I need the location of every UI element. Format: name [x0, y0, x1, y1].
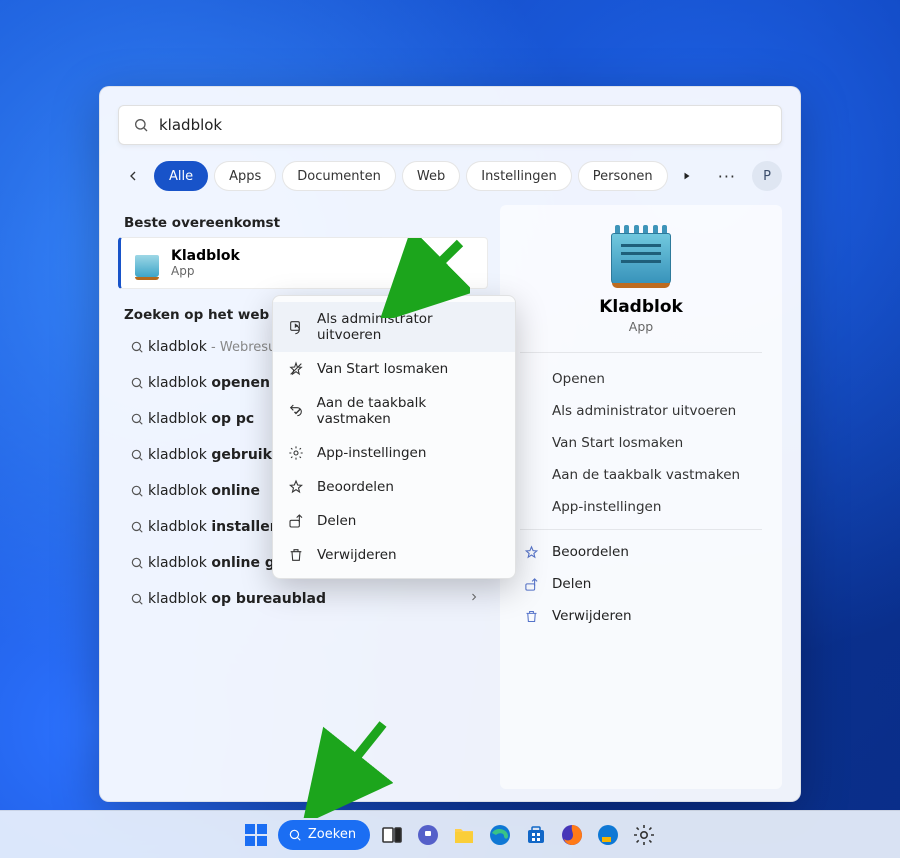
task-view-button[interactable] [378, 821, 406, 849]
search-box[interactable] [118, 105, 782, 145]
preview-action[interactable]: Aan de taakbalk vastmaken [520, 459, 762, 491]
preview-secondary-actions: Beoordelen Delen Verwijderen [520, 536, 762, 632]
store-icon [524, 823, 548, 847]
taskbar-search-label: Zoeken [308, 827, 356, 842]
user-avatar[interactable]: P [752, 161, 782, 191]
taskbar-search-button[interactable]: Zoeken [278, 820, 370, 850]
start-button[interactable] [242, 821, 270, 849]
filter-settings[interactable]: Instellingen [466, 161, 572, 191]
action-icon [522, 609, 540, 624]
preview-primary-actions: Openen Als administrator uitvoeren Van Sta… [520, 363, 762, 523]
section-best-match-title: Beste overeenkomst [124, 215, 488, 231]
gear-icon [632, 823, 656, 847]
firefox-button[interactable] [558, 821, 586, 849]
menu-item-icon [287, 319, 305, 335]
action-icon [522, 545, 540, 560]
chevron-right-icon [468, 591, 480, 607]
menu-item-label: Verwijderen [317, 547, 397, 563]
action-label: Delen [552, 576, 591, 592]
preview-action[interactable]: App-instellingen [520, 491, 762, 523]
search-icon [126, 376, 148, 390]
preview-action[interactable]: Delen [520, 568, 762, 600]
search-icon [126, 592, 148, 606]
menu-item-icon [287, 403, 305, 419]
file-explorer-button[interactable] [450, 821, 478, 849]
action-label: Openen [552, 371, 605, 387]
action-label: Als administrator uitvoeren [552, 403, 736, 419]
filter-bar: Alle Apps Documenten Web Instellingen Pe… [118, 161, 782, 191]
web-result[interactable]: kladblok op bureaublad [118, 581, 488, 617]
menu-item-label: Aan de taakbalk vastmaken [317, 395, 501, 427]
options-button[interactable]: ··· [712, 167, 742, 186]
search-icon [126, 340, 148, 354]
action-icon [522, 577, 540, 592]
preview-action[interactable]: Van Start losmaken [520, 427, 762, 459]
notepad-icon [133, 249, 161, 277]
search-icon [126, 556, 148, 570]
context-menu-item[interactable]: Aan de taakbalk vastmaken [273, 386, 515, 436]
search-icon [133, 117, 149, 133]
menu-item-label: App-instellingen [317, 445, 426, 461]
filter-web[interactable]: Web [402, 161, 460, 191]
annotation-arrow [380, 238, 470, 318]
action-label: Beoordelen [552, 544, 629, 560]
edge-canary-button[interactable] [594, 821, 622, 849]
action-label: Verwijderen [552, 608, 632, 624]
web-result-label: kladblok op bureaublad [148, 591, 468, 607]
filter-documents[interactable]: Documenten [282, 161, 396, 191]
edge-button[interactable] [486, 821, 514, 849]
filter-apps[interactable]: Apps [214, 161, 276, 191]
filter-people[interactable]: Personen [578, 161, 668, 191]
menu-item-icon [287, 513, 305, 529]
search-icon [126, 448, 148, 462]
preview-action[interactable]: Verwijderen [520, 600, 762, 632]
settings-button[interactable] [630, 821, 658, 849]
menu-item-icon [287, 445, 305, 461]
chat-icon [416, 823, 440, 847]
store-button[interactable] [522, 821, 550, 849]
best-match-subtitle: App [171, 264, 240, 278]
context-menu-item[interactable]: Delen [273, 504, 515, 538]
filter-all[interactable]: Alle [154, 161, 208, 191]
context-menu-item[interactable]: Verwijderen [273, 538, 515, 572]
menu-item-label: Delen [317, 513, 356, 529]
task-view-icon [380, 823, 404, 847]
search-icon [126, 520, 148, 534]
firefox-icon [560, 823, 584, 847]
menu-item-icon [287, 547, 305, 563]
search-icon [288, 828, 302, 842]
annotation-arrow [303, 718, 393, 818]
context-menu-item[interactable]: App-instellingen [273, 436, 515, 470]
menu-item-label: Van Start losmaken [317, 361, 448, 377]
back-button[interactable] [118, 161, 148, 191]
edge-icon [596, 823, 620, 847]
menu-item-icon [287, 479, 305, 495]
search-input[interactable] [159, 116, 767, 134]
filters-more[interactable] [674, 163, 700, 189]
preview-action[interactable]: Beoordelen [520, 536, 762, 568]
menu-item-icon [287, 361, 305, 377]
context-menu: Als administrator uitvoerenVan Start los… [272, 295, 516, 579]
preview-subtitle: App [629, 319, 653, 334]
best-match-title: Kladblok [171, 248, 240, 264]
context-menu-item[interactable]: Beoordelen [273, 470, 515, 504]
search-icon [126, 412, 148, 426]
preview-pane: Kladblok App Openen Als administrator uit… [500, 205, 782, 789]
preview-action[interactable]: Openen [520, 363, 762, 395]
folder-icon [452, 823, 476, 847]
search-icon [126, 484, 148, 498]
edge-icon [488, 823, 512, 847]
action-label: App-instellingen [552, 499, 661, 515]
notepad-icon [609, 225, 673, 285]
chat-button[interactable] [414, 821, 442, 849]
menu-item-label: Beoordelen [317, 479, 394, 495]
context-menu-item[interactable]: Van Start losmaken [273, 352, 515, 386]
windows-logo-icon [245, 824, 267, 846]
taskbar: Zoeken [0, 810, 900, 858]
action-label: Aan de taakbalk vastmaken [552, 467, 740, 483]
divider [520, 529, 762, 530]
preview-title: Kladblok [599, 297, 683, 317]
action-label: Van Start losmaken [552, 435, 683, 451]
preview-action[interactable]: Als administrator uitvoeren [520, 395, 762, 427]
